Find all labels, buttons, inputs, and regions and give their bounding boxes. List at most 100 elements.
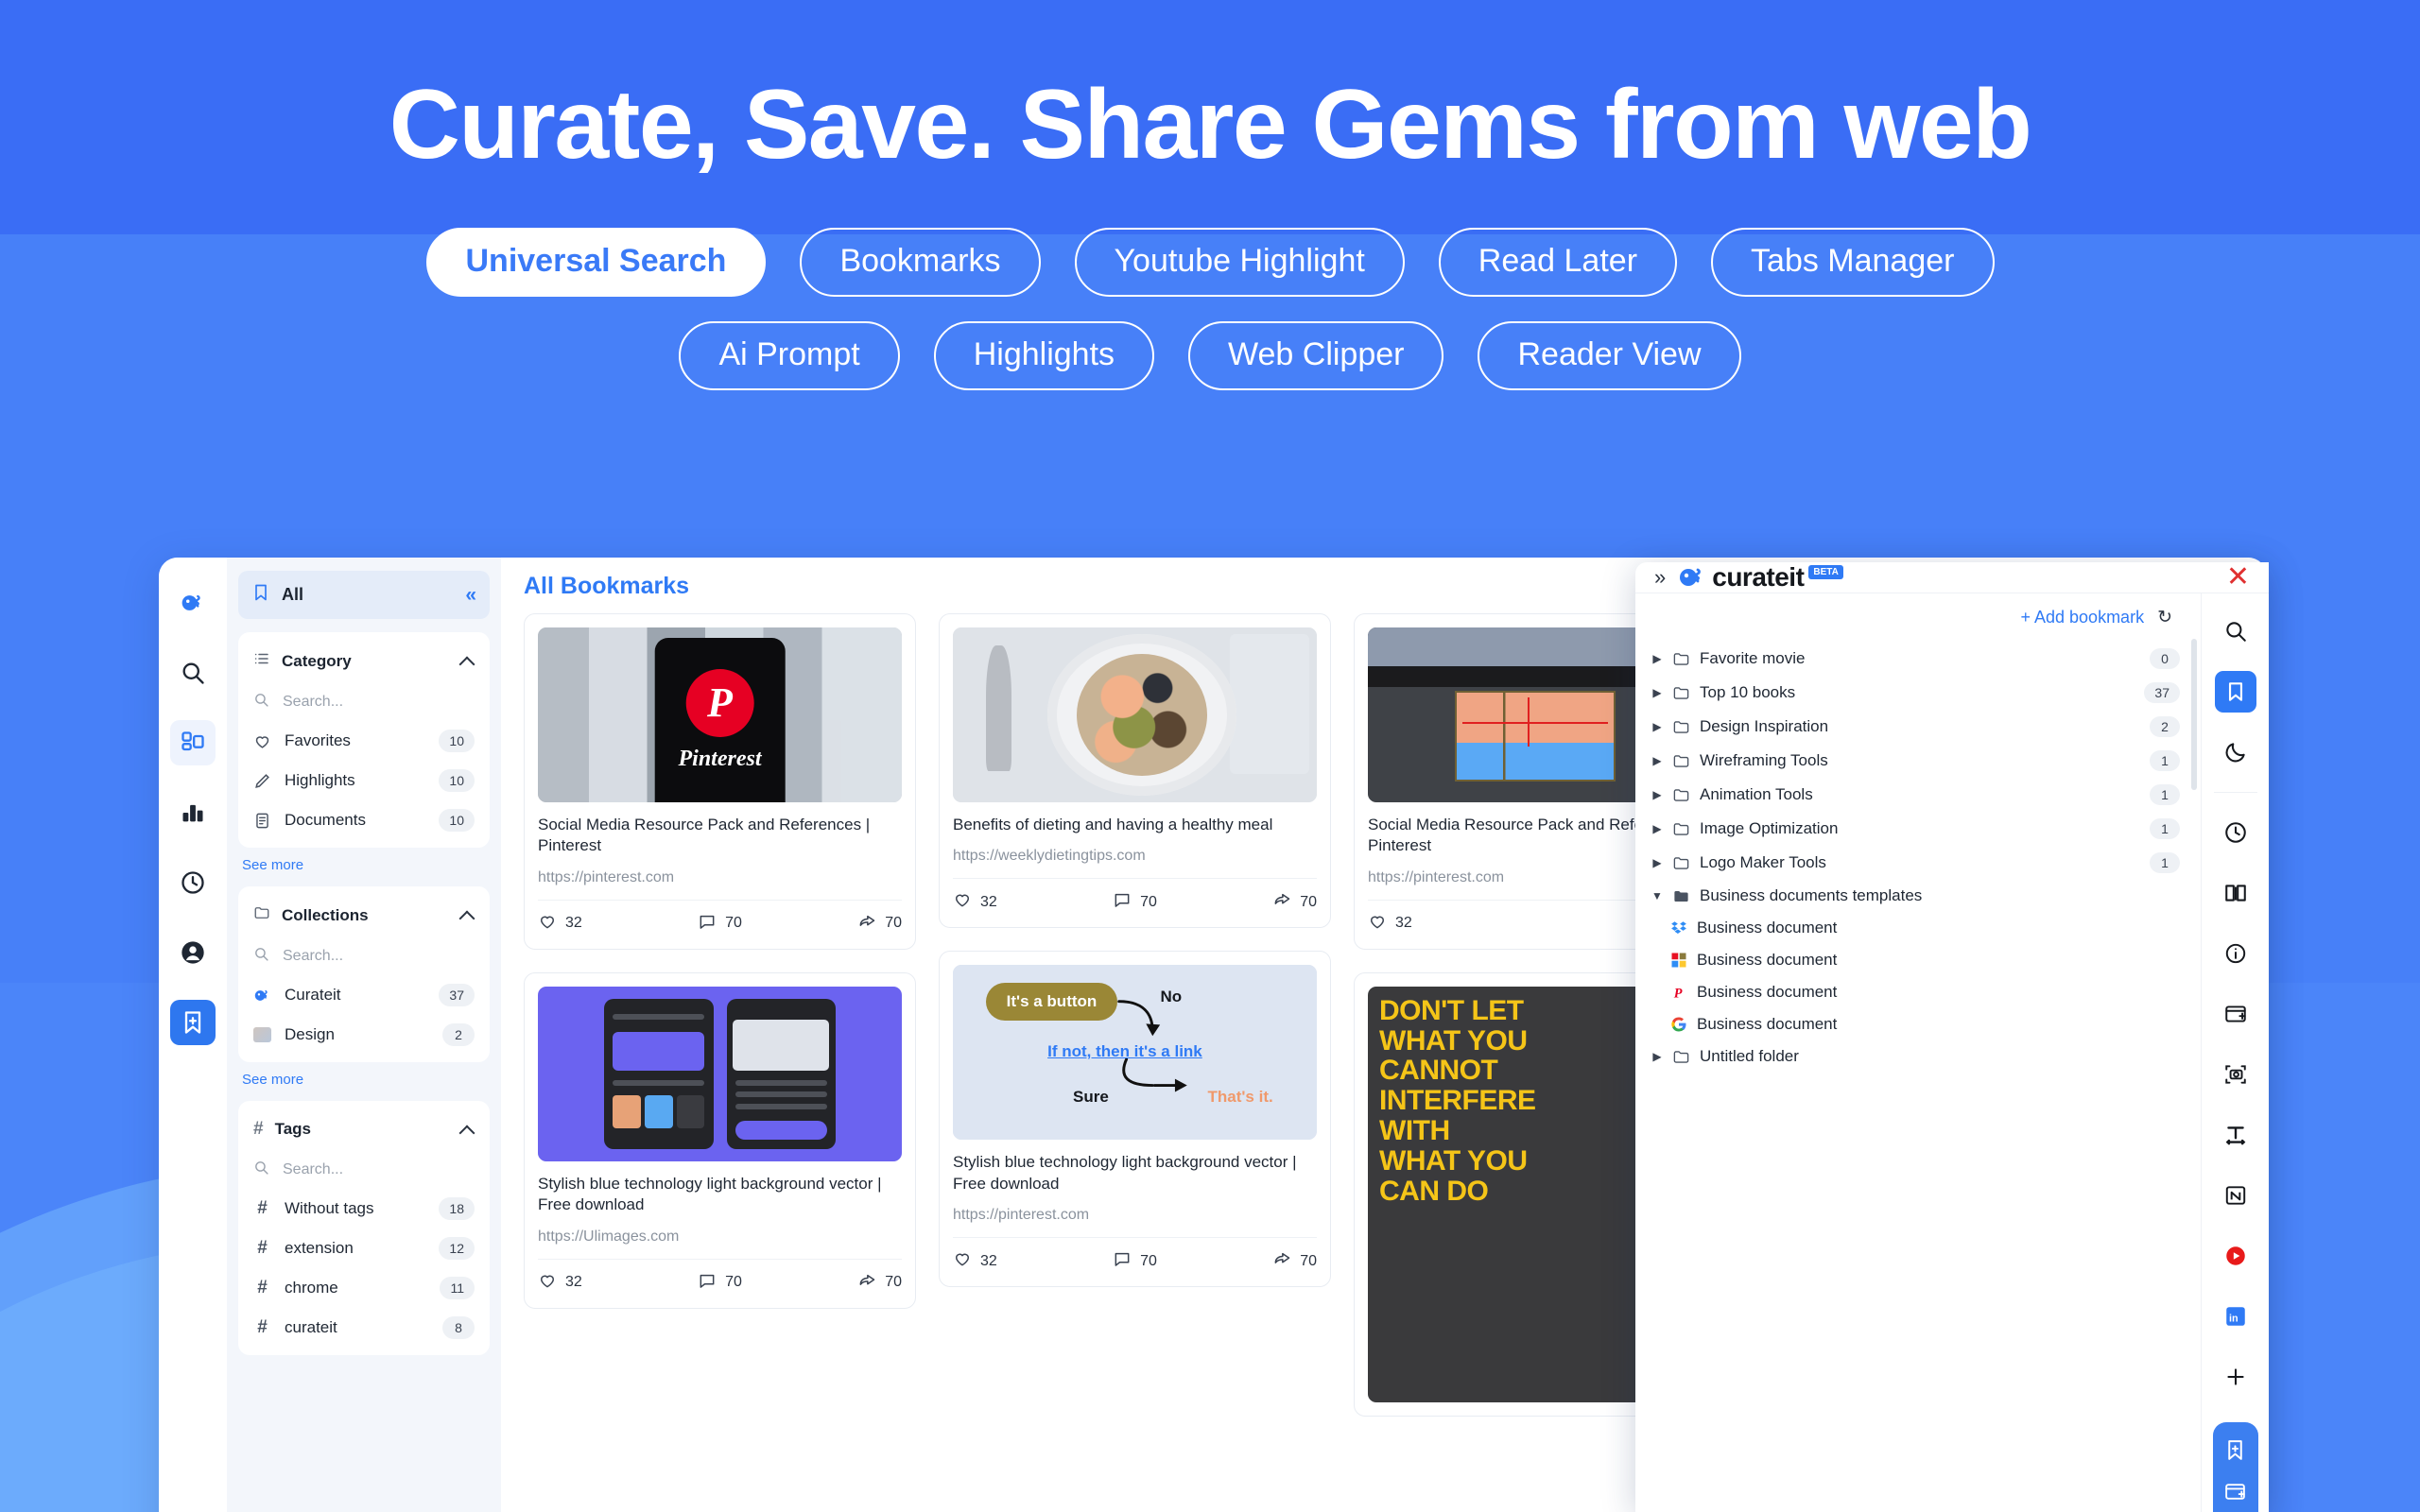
history-icon[interactable] [2215,812,2256,853]
like-stat[interactable]: 32 [953,1249,1074,1273]
sidebar-item-highlights[interactable]: Highlights 10 [238,761,490,800]
comment-stat[interactable]: 70 [1074,1249,1195,1273]
card-thumbnail [538,986,902,1161]
like-stat[interactable]: 32 [953,890,1074,914]
tree-row-business-document-dropbox[interactable]: Business document [1645,912,2186,944]
pill-ai-prompt[interactable]: Ai Prompt [679,321,900,391]
add-bookmark-icon[interactable] [170,1000,216,1045]
tree-row-image-optimization[interactable]: ▶ Image Optimization 1 [1645,812,2186,846]
see-more-collections[interactable]: See more [238,1062,490,1088]
bookmark-card[interactable]: Pinterest Social Media Resource Pack and… [524,613,916,950]
sidebar-item-chrome[interactable]: # chrome 11 [238,1268,490,1308]
chevron-up-icon[interactable] [461,911,475,919]
tree-row-animation-tools[interactable]: ▶ Animation Tools 1 [1645,778,2186,812]
moon-icon[interactable] [2215,731,2256,773]
tree-row-wireframing-tools[interactable]: ▶ Wireframing Tools 1 [1645,744,2186,778]
chevron-down-icon[interactable]: ▼ [1651,889,1664,902]
close-icon[interactable]: ✕ [2226,563,2250,592]
see-more-category[interactable]: See more [238,848,490,873]
bookmark-folder-tree: ▶ Favorite movie 0 ▶ Top 10 books 37 ▶ D… [1635,642,2201,1073]
tree-row-business-document-pinterest[interactable]: P Business document [1645,976,2186,1008]
pill-universal-search[interactable]: Universal Search [425,228,767,298]
tree-row-design-inspiration[interactable]: ▶ Design Inspiration 2 [1645,710,2186,744]
share-stat[interactable]: 70 [1196,890,1317,914]
search-icon[interactable] [170,650,216,696]
like-stat[interactable]: 32 [538,912,659,936]
reader-icon[interactable] [2215,872,2256,914]
chevron-right-icon[interactable]: ▶ [1651,788,1664,801]
tree-row-top-10-books[interactable]: ▶ Top 10 books 37 [1645,676,2186,710]
sidebar-item-design[interactable]: Design 2 [238,1015,490,1055]
pill-web-clipper[interactable]: Web Clipper [1188,321,1444,391]
bookmark-card[interactable]: Benefits of dieting and having a healthy… [939,613,1331,929]
collapse-sidebar-icon[interactable]: « [465,584,476,607]
refresh-icon[interactable]: ↻ [2157,607,2172,628]
tree-count: 1 [2150,750,2180,771]
chevron-right-icon[interactable]: ▶ [1651,686,1664,699]
tags-search-input[interactable]: Search... [238,1151,490,1189]
comment-stat[interactable]: 70 [1074,890,1195,914]
tree-row-favorite-movie[interactable]: ▶ Favorite movie 0 [1645,642,2186,676]
new-tab-icon[interactable] [2215,993,2256,1035]
chevron-up-icon[interactable] [461,657,475,665]
tree-row-business-document-google[interactable]: Business document [1645,1008,2186,1040]
category-search-input[interactable]: Search... [238,683,490,721]
save-tab-icon[interactable] [2218,1473,2254,1509]
tree-row-untitled-folder[interactable]: ▶ Untitled folder [1645,1040,2186,1073]
dashboard-icon[interactable] [170,720,216,765]
analytics-icon[interactable] [170,790,216,835]
screenshot-icon[interactable] [2215,1054,2256,1095]
sidebar-item-without-tags[interactable]: # Without tags 18 [238,1189,490,1228]
bookmark-icon[interactable] [2214,671,2256,713]
comment-stat[interactable]: 70 [659,912,780,936]
pill-bookmarks[interactable]: Bookmarks [800,228,1041,298]
save-bookmark-icon[interactable] [2218,1432,2254,1468]
tree-row-business-document-microsoft[interactable]: Business document [1645,944,2186,976]
collections-search-input[interactable]: Search... [238,937,490,975]
add-bookmark-button[interactable]: + Add bookmark [2020,608,2144,627]
share-stat[interactable]: 70 [781,912,902,936]
account-icon[interactable] [170,930,216,975]
chevron-right-icon[interactable]: ▶ [1651,822,1664,835]
history-icon[interactable] [170,860,216,905]
chevron-right-icon[interactable]: ▶ [1651,1050,1664,1063]
pill-tabs-manager[interactable]: Tabs Manager [1711,228,1995,298]
sidebar-item-curateit-tag[interactable]: # curateit 8 [238,1308,490,1348]
section-header-category[interactable]: Category [238,638,490,683]
search-icon[interactable] [2215,610,2256,652]
sidebar-item-favorites[interactable]: Favorites 10 [238,721,490,761]
curateit-logo-icon[interactable] [170,580,216,626]
youtube-icon[interactable] [2215,1235,2256,1277]
tree-row-business-documents-templates[interactable]: ▼ Business documents templates [1645,880,2186,912]
comment-stat[interactable]: 70 [659,1271,780,1295]
card-url: https://weeklydietingtips.com [953,848,1146,865]
share-stat[interactable]: 70 [781,1271,902,1295]
pill-highlights[interactable]: Highlights [933,321,1155,391]
chevron-up-icon[interactable] [461,1125,475,1134]
section-header-collections[interactable]: Collections [238,892,490,937]
like-stat[interactable]: 32 [538,1271,659,1295]
sidebar-item-all[interactable]: All « [238,571,490,619]
chevron-right-icon[interactable]: ▶ [1651,856,1664,869]
chevron-right-icon[interactable]: ▶ [1651,720,1664,733]
notion-icon[interactable] [2215,1175,2256,1216]
text-resize-icon[interactable] [2215,1114,2256,1156]
chevron-right-icon[interactable]: ▶ [1651,754,1664,767]
bookmark-card[interactable]: It's a button No If not, then it's a lin… [939,951,1331,1288]
sidebar-item-curateit[interactable]: Curateit 37 [238,975,490,1015]
pill-youtube-highlight[interactable]: Youtube Highlight [1074,228,1405,298]
linkedin-icon[interactable]: in [2215,1296,2256,1337]
share-stat[interactable]: 70 [1196,1249,1317,1273]
chevron-right-icon[interactable]: ▶ [1651,652,1664,665]
pill-reader-view[interactable]: Reader View [1478,321,1741,391]
info-icon[interactable] [2215,933,2256,974]
pill-read-later[interactable]: Read Later [1438,228,1678,298]
sidebar-item-documents[interactable]: Documents 10 [238,800,490,840]
tree-row-logo-maker-tools[interactable]: ▶ Logo Maker Tools 1 [1645,846,2186,880]
section-header-tags[interactable]: # Tags [238,1107,490,1151]
add-icon[interactable] [2215,1356,2256,1398]
bookmark-card[interactable]: Stylish blue technology light background… [524,971,916,1309]
tree-scrollbar[interactable] [2191,639,2197,790]
expand-panel-icon[interactable]: » [1654,565,1666,590]
sidebar-item-extension[interactable]: # extension 12 [238,1228,490,1268]
